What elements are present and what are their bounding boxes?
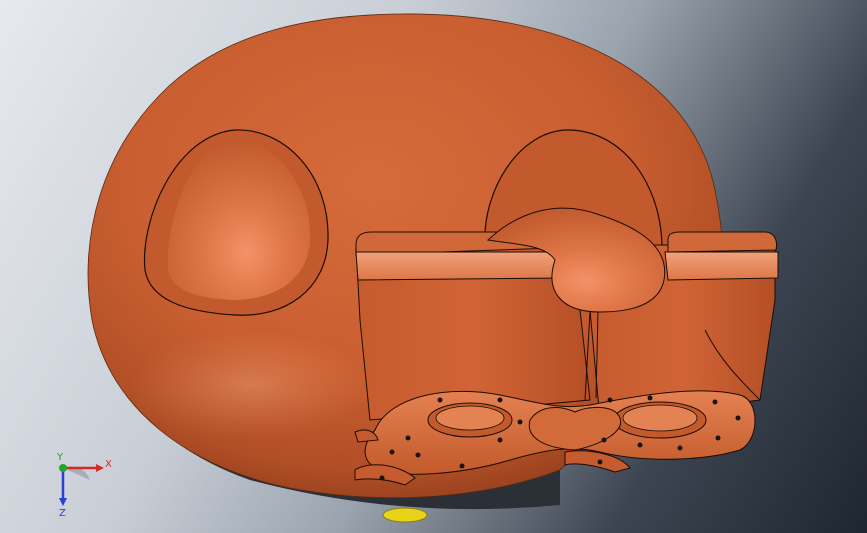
z-axis-label: Z — [59, 508, 66, 519]
y-axis-icon — [59, 464, 67, 472]
y-axis-label: Y — [56, 452, 64, 463]
yellow-component[interactable] — [382, 507, 428, 523]
cad-viewport[interactable]: X Y Z — [0, 0, 867, 533]
3d-model[interactable] — [0, 0, 867, 533]
coordinate-triad: X Y Z — [56, 452, 112, 519]
x-axis-label: X — [105, 459, 112, 470]
surface-highlight — [130, 330, 370, 440]
